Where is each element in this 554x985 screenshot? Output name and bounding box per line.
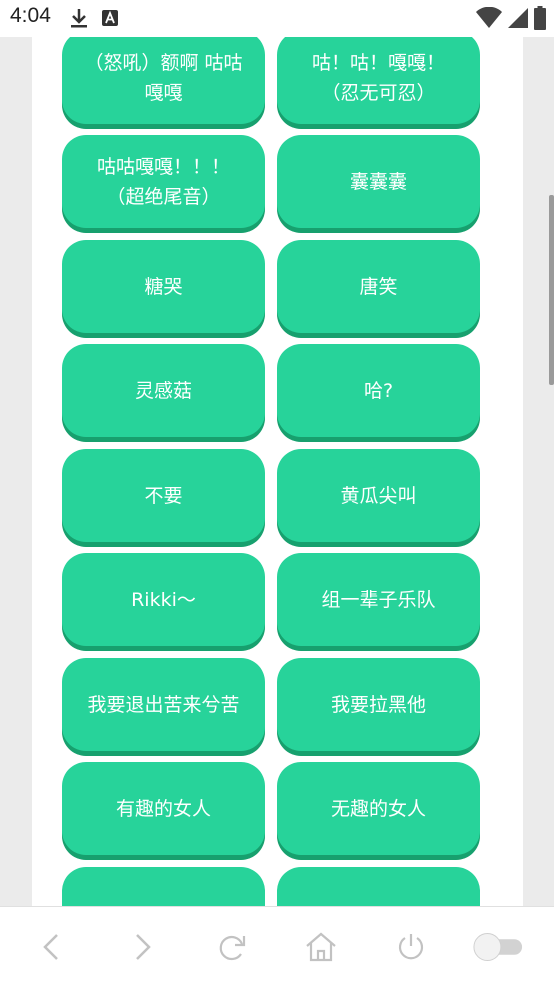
wifi-icon <box>476 6 502 33</box>
sound-button[interactable]: 不要 <box>62 449 265 542</box>
sound-button[interactable]: 哈? <box>277 344 480 437</box>
bottom-nav-bar <box>0 906 554 985</box>
web-page: （怒吼）额啊 咕咕 嘎嘎 咕！咕！嘎嘎！ （忍无可忍） 咕咕嘎嘎！！！ （超绝尾… <box>0 37 554 906</box>
scrollbar[interactable] <box>549 195 554 385</box>
status-time: 4:04 <box>10 4 51 27</box>
download-icon <box>70 8 88 32</box>
refresh-icon[interactable] <box>214 929 250 965</box>
sound-button[interactable]: 囊囊囊 <box>277 135 480 228</box>
sound-button[interactable]: （怒吼）额啊 咕咕 嘎嘎 <box>62 37 265 124</box>
sound-button[interactable]: 咕咕嘎嘎！！！ （超绝尾音） <box>62 135 265 228</box>
battery-icon <box>534 6 546 34</box>
sound-button[interactable]: Rikki～ <box>62 553 265 646</box>
toggle-switch[interactable] <box>472 929 524 965</box>
status-bar: 4:04 <box>0 0 554 37</box>
back-icon[interactable] <box>34 929 70 965</box>
sound-button[interactable] <box>62 867 265 906</box>
sound-button[interactable]: 唐笑 <box>277 240 480 333</box>
sound-button[interactable] <box>277 867 480 906</box>
signal-icon <box>508 7 528 33</box>
home-icon[interactable] <box>303 929 339 965</box>
sound-button[interactable]: 糖哭 <box>62 240 265 333</box>
sound-button[interactable]: 我要退出苦来兮苦 <box>62 658 265 751</box>
sound-button[interactable]: 无趣的女人 <box>277 762 480 855</box>
sound-button[interactable]: 组一辈子乐队 <box>277 553 480 646</box>
app-notification-icon <box>102 10 118 30</box>
sound-button[interactable]: 我要拉黑他 <box>277 658 480 751</box>
sound-button[interactable]: 咕！咕！嘎嘎！ （忍无可忍） <box>277 37 480 124</box>
sound-button[interactable]: 灵感菇 <box>62 344 265 437</box>
sound-button[interactable]: 有趣的女人 <box>62 762 265 855</box>
forward-icon[interactable] <box>124 929 160 965</box>
power-icon[interactable] <box>393 929 429 965</box>
sound-button[interactable]: 黄瓜尖叫 <box>277 449 480 542</box>
